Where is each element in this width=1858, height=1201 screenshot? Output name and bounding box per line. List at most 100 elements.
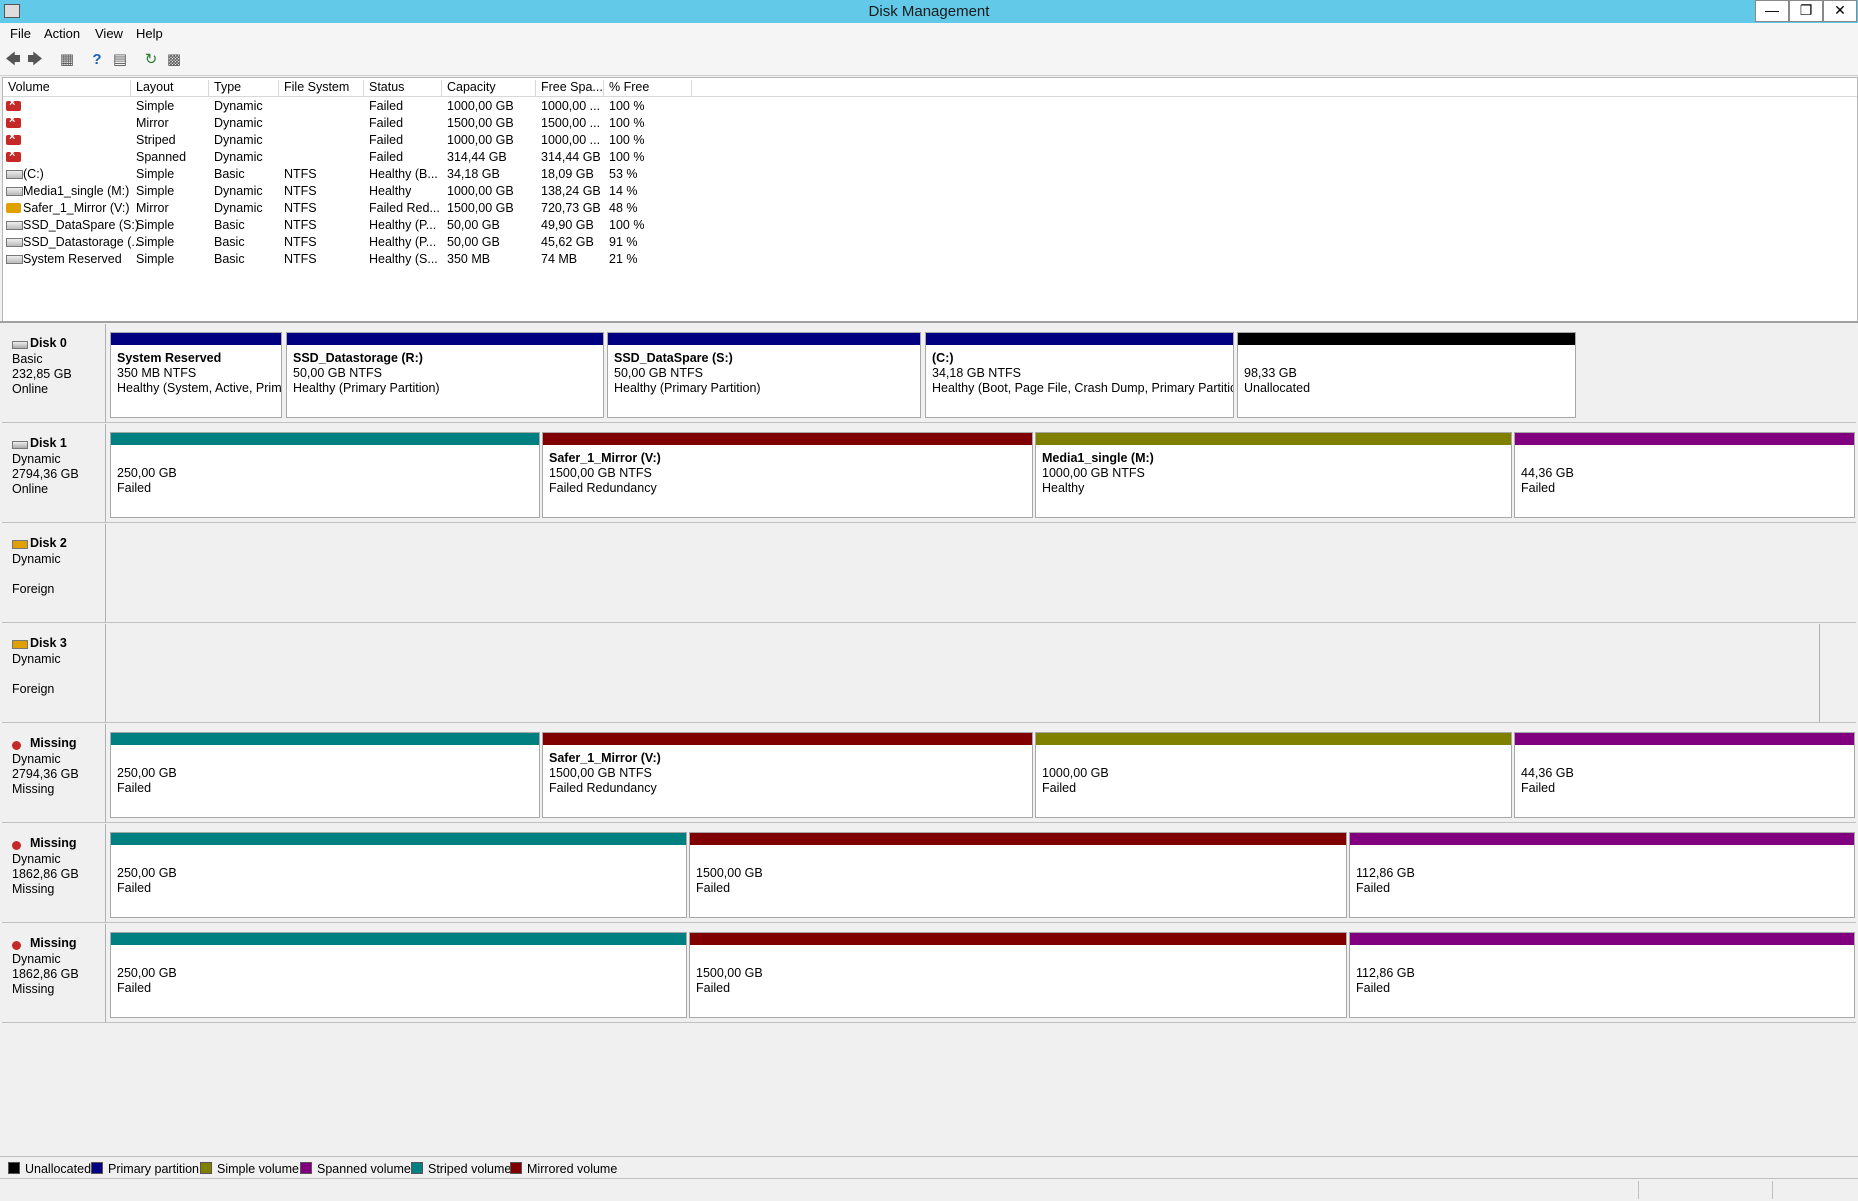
partition-title: Safer_1_Mirror (V:)	[549, 451, 661, 465]
disk-label[interactable]: Missing Dynamic 1862,86 GB Missing	[2, 824, 106, 922]
partition-simple[interactable]: Media1_single (M:) 1000,00 GB NTFS Healthy	[1035, 432, 1512, 518]
partition-striped[interactable]: 250,00 GB Failed	[110, 432, 540, 518]
column-header-file-system[interactable]: File System	[279, 80, 364, 96]
disk-label[interactable]: Missing Dynamic 1862,86 GB Missing	[2, 924, 106, 1022]
table-row[interactable]: Striped Dynamic Failed 1000,00 GB 1000,00 ..…	[3, 131, 1857, 149]
table-row[interactable]: Safer_1_Mirror (V:) Mirror Dynamic NTFS Fail…	[3, 200, 1857, 217]
disk-label[interactable]: Disk 1 Dynamic 2794,36 GB Online	[2, 424, 106, 522]
table-row[interactable]: SSD_Datastorage (... Simple Basic NTFS Healt…	[3, 234, 1857, 251]
column-header-volume[interactable]: Volume	[3, 80, 131, 96]
cell-layout: Striped	[136, 133, 176, 147]
legend-label: Spanned volume	[317, 1162, 411, 1176]
partition-color-bar	[111, 433, 539, 445]
back-arrow-icon[interactable]: 🡄	[4, 51, 22, 68]
partition-simple[interactable]: 1000,00 GB Failed	[1035, 732, 1512, 818]
disk-label[interactable]: Disk 0 Basic 232,85 GB Online	[2, 324, 106, 422]
table-row[interactable]: SSD_DataSpare (S:) Simple Basic NTFS Healthy…	[3, 217, 1857, 234]
cell-type: Dynamic	[214, 201, 263, 215]
partition-size: 250,00 GB	[117, 466, 177, 480]
table-row[interactable]: (C:) Simple Basic NTFS Healthy (B... 34,18 GB…	[3, 166, 1857, 183]
disk-label[interactable]: Missing Dynamic 2794,36 GB Missing	[2, 724, 106, 822]
disk-label[interactable]: Disk 2 Dynamic Foreign	[2, 524, 106, 622]
volume-list[interactable]: Volume Layout Type File System Status Ca…	[2, 77, 1858, 323]
legend-item-primary: Primary partition	[91, 1162, 199, 1176]
partition-striped[interactable]: 250,00 GB Failed	[110, 832, 687, 918]
pane-splitter[interactable]	[0, 321, 1858, 323]
partition-size: 1500,00 GB NTFS	[549, 766, 652, 780]
partition-color-bar	[543, 433, 1032, 445]
show-hide-console-tree-icon[interactable]: ▦	[58, 51, 76, 68]
close-button[interactable]: ✕	[1823, 0, 1857, 22]
disk-row: Disk 2 Dynamic Foreign	[2, 524, 1856, 623]
partition-spanned[interactable]: 44,36 GB Failed	[1514, 732, 1855, 818]
foreign-disk-area[interactable]	[107, 624, 1820, 722]
cell-free-space: 18,09 GB	[541, 167, 594, 181]
cell-percent-free: 48 %	[609, 201, 638, 215]
menu-action[interactable]: Action	[44, 26, 80, 41]
partition-size: 112,86 GB	[1356, 966, 1415, 980]
cell-percent-free: 53 %	[609, 167, 638, 181]
partition-color-bar	[1350, 833, 1854, 845]
table-row[interactable]: Mirror Dynamic Failed 1500,00 GB 1500,00 ...…	[3, 114, 1857, 132]
partition-mirrored[interactable]: 1500,00 GB Failed	[689, 932, 1347, 1018]
table-row[interactable]: Simple Dynamic Failed 1000,00 GB 1000,00 ...…	[3, 97, 1857, 115]
refresh-icon[interactable]: ↻	[142, 51, 160, 68]
partition-size: 112,86 GB	[1356, 866, 1415, 880]
table-row[interactable]: Media1_single (M:) Simple Dynamic NTFS Healt…	[3, 183, 1857, 200]
partition-striped[interactable]: 250,00 GB Failed	[110, 732, 540, 818]
partition-size: 1500,00 GB NTFS	[549, 466, 652, 480]
partition-striped[interactable]: 250,00 GB Failed	[110, 932, 687, 1018]
partition-size: 250,00 GB	[117, 766, 177, 780]
table-row[interactable]: System Reserved Simple Basic NTFS Healthy (S…	[3, 251, 1857, 268]
legend: Unallocated Primary partition Simple volum…	[0, 1156, 1858, 1179]
partition-mirrored[interactable]: 1500,00 GB Failed	[689, 832, 1347, 918]
cell-capacity: 1000,00 GB	[447, 133, 514, 147]
partition-primary[interactable]: (C:) 34,18 GB NTFS Healthy (Boot, Page Fil…	[925, 332, 1234, 418]
menu-help[interactable]: Help	[136, 26, 163, 41]
disk-status: Online	[12, 482, 49, 496]
partition-status: Failed Redundancy	[549, 781, 657, 795]
disk-type: Dynamic	[12, 952, 61, 966]
partition-primary[interactable]: SSD_Datastorage (R:) 50,00 GB NTFS Healthy…	[286, 332, 604, 418]
restore-button[interactable]: ❐	[1789, 0, 1823, 22]
cell-type: Basic	[214, 252, 245, 266]
partition-spanned[interactable]: 112,86 GB Failed	[1349, 932, 1855, 1018]
partition-color-bar	[1350, 933, 1854, 945]
column-header-free-space[interactable]: Free Spa...	[536, 80, 604, 96]
table-row[interactable]: Spanned Dynamic Failed 314,44 GB 314,44 GB 10…	[3, 148, 1857, 166]
partition-color-bar	[608, 333, 920, 345]
menu-view[interactable]: View	[95, 26, 123, 41]
column-header-status[interactable]: Status	[364, 80, 442, 96]
partition-primary[interactable]: System Reserved 350 MB NTFS Healthy (Syste…	[110, 332, 282, 418]
partition-unallocated[interactable]: 98,33 GB Unallocated	[1237, 332, 1576, 418]
partition-status: Failed	[1356, 981, 1391, 995]
menu-file[interactable]: File	[10, 26, 31, 41]
properties-icon[interactable]: ▤	[111, 51, 129, 68]
partition-spanned[interactable]: 44,36 GB Failed	[1514, 432, 1855, 518]
rescan-disks-icon[interactable]: ▩	[165, 51, 183, 68]
cell-free-space: 74 MB	[541, 252, 578, 266]
cell-free-space: 1000,00 ...	[541, 133, 601, 147]
partition-mirrored[interactable]: Safer_1_Mirror (V:) 1500,00 GB NTFS Failed…	[542, 432, 1033, 518]
minimize-button[interactable]: —	[1755, 0, 1789, 22]
cell-percent-free: 21 %	[609, 252, 638, 266]
forward-arrow-icon[interactable]: 🡆	[26, 51, 44, 68]
column-header-capacity[interactable]: Capacity	[442, 80, 536, 96]
partition-spanned[interactable]: 112,86 GB Failed	[1349, 832, 1855, 918]
column-header-percent-free[interactable]: % Free	[604, 80, 692, 96]
help-icon[interactable]: ?	[88, 51, 106, 68]
cell-type: Dynamic	[214, 133, 263, 147]
partition-color-bar	[111, 733, 539, 745]
column-header-layout[interactable]: Layout	[131, 80, 209, 96]
disk-label[interactable]: Disk 3 Dynamic Foreign	[2, 624, 106, 722]
cell-layout: Simple	[136, 99, 175, 113]
cell-status: Healthy (P...	[369, 218, 437, 232]
foreign-disk-area[interactable]	[107, 524, 1856, 622]
cell-free-space: 45,62 GB	[541, 235, 594, 249]
missing-disk-icon	[12, 941, 21, 950]
partition-primary[interactable]: SSD_DataSpare (S:) 50,00 GB NTFS Healthy (…	[607, 332, 921, 418]
partition-mirrored[interactable]: Safer_1_Mirror (V:) 1500,00 GB NTFS Failed…	[542, 732, 1033, 818]
cell-capacity: 1500,00 GB	[447, 116, 514, 130]
partition-color-bar	[1238, 333, 1575, 345]
column-header-type[interactable]: Type	[209, 80, 279, 96]
